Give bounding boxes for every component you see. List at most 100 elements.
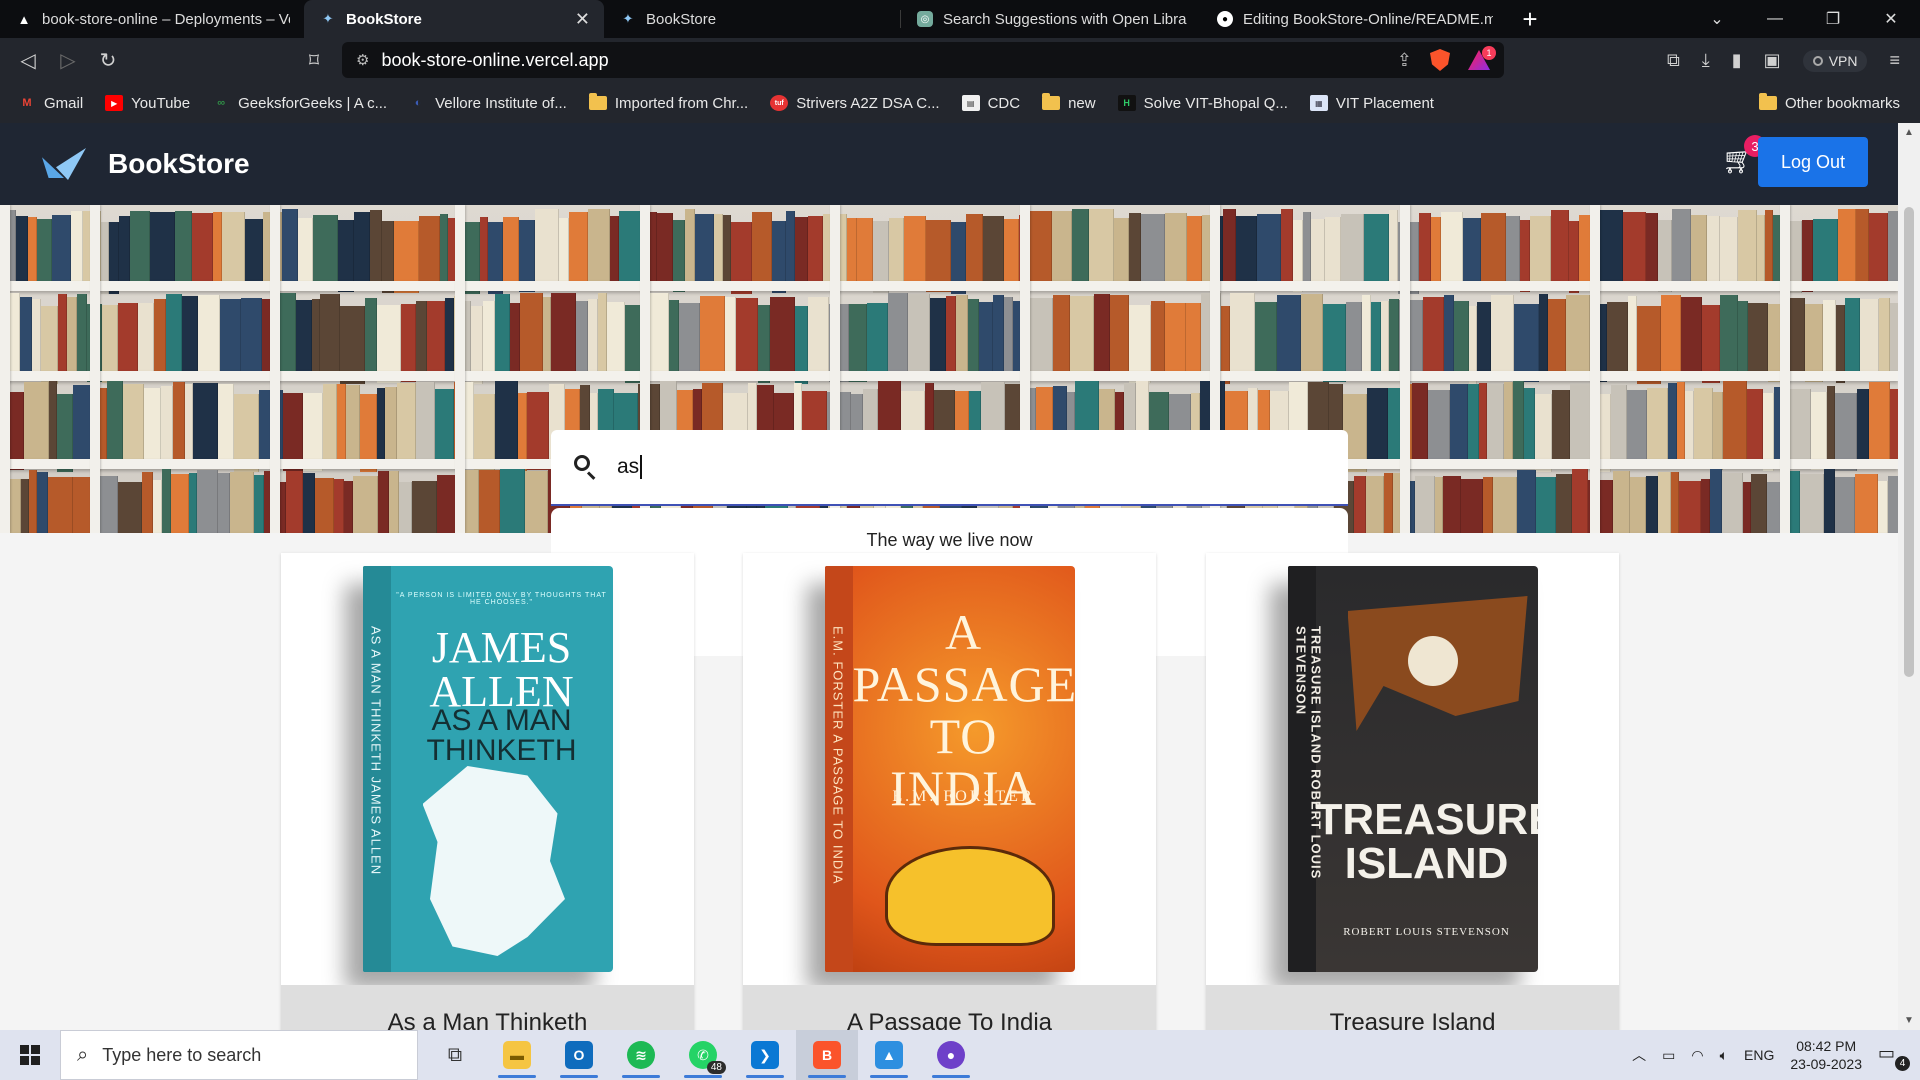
- book-cover: TREASURE ISLAND ROBERT LOUIS STEVENSON T…: [1287, 566, 1538, 972]
- url-text: book-store-online.vercel.app: [381, 49, 609, 70]
- bookmark-imported-folder[interactable]: Imported from Chr...: [588, 93, 748, 112]
- brave-rewards-icon[interactable]: 1: [1468, 46, 1496, 70]
- bookmark-hackerrank[interactable]: H Solve VIT-Bhopal Q...: [1117, 95, 1288, 112]
- github-icon: ●: [1217, 11, 1233, 27]
- scroll-up-arrow-icon[interactable]: ▲: [1898, 127, 1920, 138]
- book-cover-image[interactable]: E.M. FORSTER A PASSAGE TO INDIA A PASSAG…: [743, 553, 1156, 985]
- book-cover-image[interactable]: TREASURE ISLAND ROBERT LOUIS STEVENSON T…: [1206, 553, 1619, 985]
- extensions-icon[interactable]: ⧉: [1667, 50, 1680, 71]
- cart-button[interactable]: 🛒︎ 3: [1722, 135, 1766, 175]
- folder-icon: [1758, 93, 1777, 110]
- windows-taskbar: ⌕ Type here to search ⧉ ▬ O ≋ ✆ 48 ❯ B ▲…: [0, 1030, 1920, 1080]
- bookmark-youtube[interactable]: ▶ YouTube: [105, 95, 190, 112]
- bookmark-new-folder[interactable]: new: [1042, 93, 1096, 112]
- taskbar-file-explorer[interactable]: ▬: [486, 1030, 548, 1080]
- taskbar-github-desktop[interactable]: ●: [920, 1030, 982, 1080]
- brand-title[interactable]: BookStore: [108, 148, 250, 180]
- task-view-button[interactable]: ⧉: [424, 1030, 486, 1080]
- vscode-icon: ❯: [751, 1041, 779, 1069]
- vpn-status-icon: [1812, 55, 1823, 66]
- logout-button[interactable]: Log Out: [1758, 137, 1868, 187]
- bird-head-illustration: [422, 766, 565, 956]
- openai-icon: ◎: [917, 11, 933, 27]
- tab-search-chevron-icon[interactable]: ⌄: [1688, 0, 1746, 38]
- book-card[interactable]: AS A MAN THINKETH JAMES ALLEN "A PERSON …: [281, 553, 694, 1030]
- bookstore-logo-icon[interactable]: [42, 148, 86, 180]
- address-bar[interactable]: ⚙ book-store-online.vercel.app ⇪ 1: [342, 42, 1504, 78]
- back-button[interactable]: ◁: [8, 41, 48, 81]
- taskbar-photos[interactable]: ▲: [858, 1030, 920, 1080]
- tab-bookstore[interactable]: ✦ BookStore: [604, 0, 900, 38]
- bookmark-strivers[interactable]: tuf Strivers A2Z DSA C...: [770, 95, 940, 112]
- downloads-icon[interactable]: ⤓: [1702, 50, 1710, 71]
- folder-icon: [588, 93, 607, 110]
- language-indicator[interactable]: ENG: [1744, 1047, 1774, 1063]
- brave-icon: B: [813, 1041, 841, 1069]
- search-icon: ⌕: [77, 1043, 89, 1066]
- search-input[interactable]: as: [617, 455, 643, 479]
- site-info-icon[interactable]: ⚙: [356, 51, 369, 69]
- scrollbar-thumb[interactable]: [1904, 207, 1914, 677]
- file-explorer-icon: ▬: [503, 1041, 531, 1069]
- new-tab-button[interactable]: +: [1507, 0, 1553, 38]
- clock-time: 08:42 PM: [1796, 1038, 1857, 1054]
- minimize-button[interactable]: —: [1746, 0, 1804, 38]
- book-card[interactable]: E.M. FORSTER A PASSAGE TO INDIA A PASSAG…: [743, 553, 1156, 1030]
- share-icon[interactable]: ⇪: [1397, 50, 1412, 71]
- bookmark-page-icon[interactable]: ⌑: [294, 41, 334, 81]
- tab-search-suggestions[interactable]: ◎ Search Suggestions with Open Library: [901, 0, 1201, 38]
- bookmark-vellore[interactable]: ◐ Vellore Institute of...: [409, 95, 567, 112]
- cdc-icon: ▤: [961, 95, 980, 111]
- outlook-icon: O: [565, 1041, 593, 1069]
- wifi-icon[interactable]: ◠: [1691, 1047, 1703, 1064]
- start-button[interactable]: [0, 1030, 60, 1080]
- taskbar-outlook[interactable]: O: [548, 1030, 610, 1080]
- taskbar-whatsapp[interactable]: ✆ 48: [672, 1030, 734, 1080]
- book-title[interactable]: As a Man Thinketh: [281, 985, 694, 1030]
- taskbar-search-box[interactable]: ⌕ Type here to search: [60, 1030, 418, 1080]
- vit-placement-icon: ▦: [1309, 95, 1328, 111]
- bookstore-page: BookStore 🛒︎ 3 Log Out as The way we liv…: [0, 123, 1898, 1030]
- battery-icon[interactable]: ▭: [1662, 1047, 1675, 1064]
- bookmark-gmail[interactable]: M Gmail: [18, 95, 83, 112]
- menu-icon[interactable]: ≡: [1889, 50, 1900, 71]
- elephant-illustration: [884, 846, 1055, 946]
- volume-icon[interactable]: 🔈︎: [1720, 1047, 1728, 1064]
- clock[interactable]: 08:42 PM 23-09-2023: [1790, 1037, 1862, 1073]
- tab-github-readme[interactable]: ● Editing BookStore-Online/README.m: [1201, 0, 1507, 38]
- close-window-button[interactable]: ✕: [1862, 0, 1920, 38]
- vpn-button[interactable]: VPN: [1802, 49, 1868, 72]
- search-bar[interactable]: as: [551, 430, 1348, 506]
- reload-button[interactable]: ↻: [88, 41, 128, 81]
- tab-deployments[interactable]: ▲ book-store-online – Deployments – Ve: [0, 0, 304, 38]
- show-hidden-icons-chevron-icon[interactable]: ︿: [1632, 1045, 1646, 1065]
- gfg-icon: ∞: [217, 97, 226, 109]
- bookmark-cdc[interactable]: ▤ CDC: [961, 95, 1020, 112]
- bookmark-other-folder[interactable]: Other bookmarks: [1758, 93, 1900, 112]
- bookmarks-bar: M Gmail ▶ YouTube ∞ GeeksforGeeks | A c.…: [0, 83, 1920, 123]
- close-icon[interactable]: ✕: [575, 9, 590, 30]
- vercel-triangle-icon: ▲: [17, 11, 31, 27]
- taskbar-vscode[interactable]: ❯: [734, 1030, 796, 1080]
- bookmark-vit-placement[interactable]: ▦ VIT Placement: [1309, 95, 1434, 112]
- forward-button[interactable]: ▷: [48, 41, 88, 81]
- scroll-down-arrow-icon[interactable]: ▼: [1898, 1015, 1920, 1026]
- book-card[interactable]: TREASURE ISLAND ROBERT LOUIS STEVENSON T…: [1206, 553, 1619, 1030]
- hackerrank-icon: H: [1117, 95, 1136, 111]
- task-view-icon: ⧉: [447, 1043, 463, 1066]
- wallet-icon[interactable]: ▣: [1764, 50, 1781, 71]
- taskbar-spotify[interactable]: ≋: [610, 1030, 672, 1080]
- vit-icon: ◐: [414, 97, 422, 109]
- book-title[interactable]: A Passage To India: [743, 985, 1156, 1030]
- book-title[interactable]: Treasure Island: [1206, 985, 1619, 1030]
- sidebar-icon[interactable]: ▮: [1732, 50, 1742, 71]
- maximize-button[interactable]: ❐: [1804, 0, 1862, 38]
- brave-shields-icon[interactable]: [1430, 49, 1450, 71]
- notification-center-button[interactable]: ▭ 4: [1878, 1043, 1910, 1071]
- book-cover-image[interactable]: AS A MAN THINKETH JAMES ALLEN "A PERSON …: [281, 553, 694, 985]
- tab-bookstore-active[interactable]: ✦ BookStore ✕: [304, 0, 604, 38]
- bookmark-geeksforgeeks[interactable]: ∞ GeeksforGeeks | A c...: [212, 95, 387, 112]
- page-scrollbar[interactable]: ▲ ▼: [1898, 123, 1920, 1030]
- taskbar-brave[interactable]: B: [796, 1030, 858, 1080]
- search-icon: [571, 452, 601, 482]
